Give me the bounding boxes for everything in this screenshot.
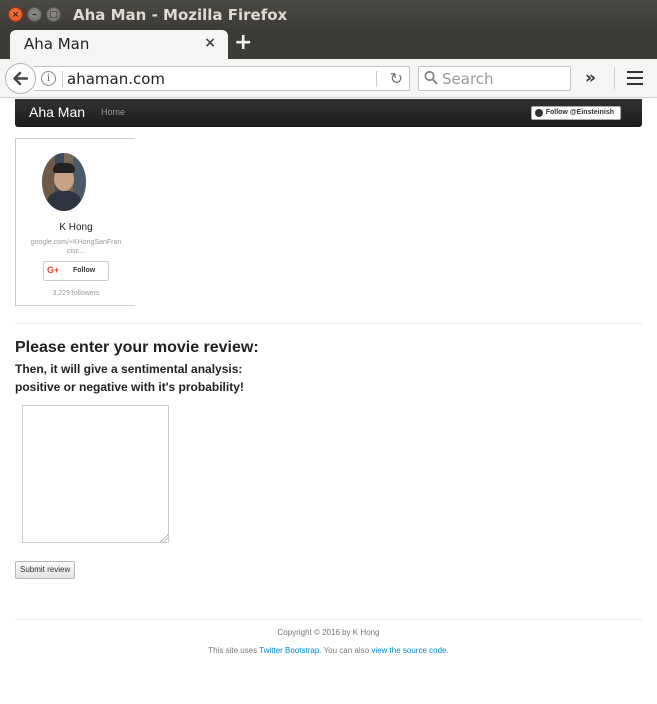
footer-divider	[15, 619, 642, 620]
browser-navbar: i ahaman.com ↻ Search »	[0, 59, 657, 98]
overflow-icon[interactable]: »	[585, 68, 596, 88]
site-navbar: Aha Man Home Follow @Einsteinish	[15, 99, 642, 127]
profile-url: google.com/+KHongSanFrancisc...	[30, 239, 122, 255]
tab-aha-man[interactable]: Aha Man ×	[10, 30, 228, 59]
search-bar[interactable]: Search	[418, 66, 571, 91]
submit-review-button[interactable]: Submit review	[15, 561, 76, 579]
footer-prefix: This site uses	[208, 646, 260, 655]
divider	[15, 323, 642, 324]
source-code-link[interactable]: view the source code	[371, 646, 446, 655]
avatar[interactable]	[42, 153, 86, 211]
back-button[interactable]	[5, 63, 36, 94]
review-subheading-line2: positive or negative with it's probabili…	[15, 380, 244, 394]
site-brand[interactable]: Aha Man	[29, 104, 85, 120]
tab-close-icon[interactable]: ×	[204, 35, 216, 51]
url-separator	[62, 71, 63, 87]
window-maximize-button[interactable]: □	[46, 7, 61, 22]
resize-grip-icon[interactable]	[160, 534, 168, 542]
review-subheading-line1: Then, it will give a sentimental analysi…	[15, 362, 243, 376]
nav-home-link[interactable]: Home	[101, 107, 125, 117]
gplus-follow-button[interactable]: G+ Follow	[43, 261, 109, 281]
review-heading: Please enter your movie review:	[15, 339, 259, 356]
url-text[interactable]: ahaman.com	[67, 70, 165, 88]
github-follow-button[interactable]: Follow @Einsteinish	[530, 106, 621, 120]
reload-icon[interactable]: ↻	[390, 69, 403, 88]
page-content: Aha Man Home Follow @Einsteinish K Hong …	[0, 98, 657, 704]
toolbar-separator	[614, 67, 615, 89]
copyright-text: Copyright © 2016 by K Hong	[277, 628, 380, 637]
tab-strip: Aha Man × +	[0, 30, 657, 59]
url-bar[interactable]: i ahaman.com ↻	[34, 66, 410, 91]
search-icon	[424, 70, 438, 85]
review-textarea[interactable]	[22, 405, 169, 543]
footer-suffix: .	[446, 646, 449, 655]
window-close-button[interactable]: ×	[8, 7, 23, 22]
window-titlebar: × – □ Aha Man - Mozilla Firefox	[0, 0, 657, 30]
google-plus-card: K Hong google.com/+KHongSanFrancisc... G…	[15, 138, 135, 306]
new-tab-button[interactable]: +	[234, 32, 252, 54]
hamburger-menu-icon[interactable]	[627, 71, 643, 89]
search-placeholder: Search	[442, 70, 494, 88]
window-title: Aha Man - Mozilla Firefox	[73, 6, 288, 24]
window-minimize-button[interactable]: –	[27, 7, 42, 22]
bootstrap-link[interactable]: Twitter Bootstrap	[259, 646, 319, 655]
back-arrow-icon	[13, 71, 29, 86]
reload-separator	[376, 71, 377, 87]
profile-name[interactable]: K Hong	[16, 222, 136, 233]
footer-middle: . You can also	[319, 646, 372, 655]
google-plus-icon: G+	[47, 265, 60, 275]
follower-count: 3,229 followers	[52, 290, 100, 297]
gplus-follow-label: Follow	[73, 267, 96, 274]
footer-text: This site uses Twitter Bootstrap. You ca…	[0, 646, 657, 655]
tab-label: Aha Man	[24, 35, 90, 53]
info-icon[interactable]: i	[41, 71, 56, 86]
github-follow-label: Follow @Einsteinish	[545, 109, 614, 116]
github-icon	[534, 109, 543, 117]
